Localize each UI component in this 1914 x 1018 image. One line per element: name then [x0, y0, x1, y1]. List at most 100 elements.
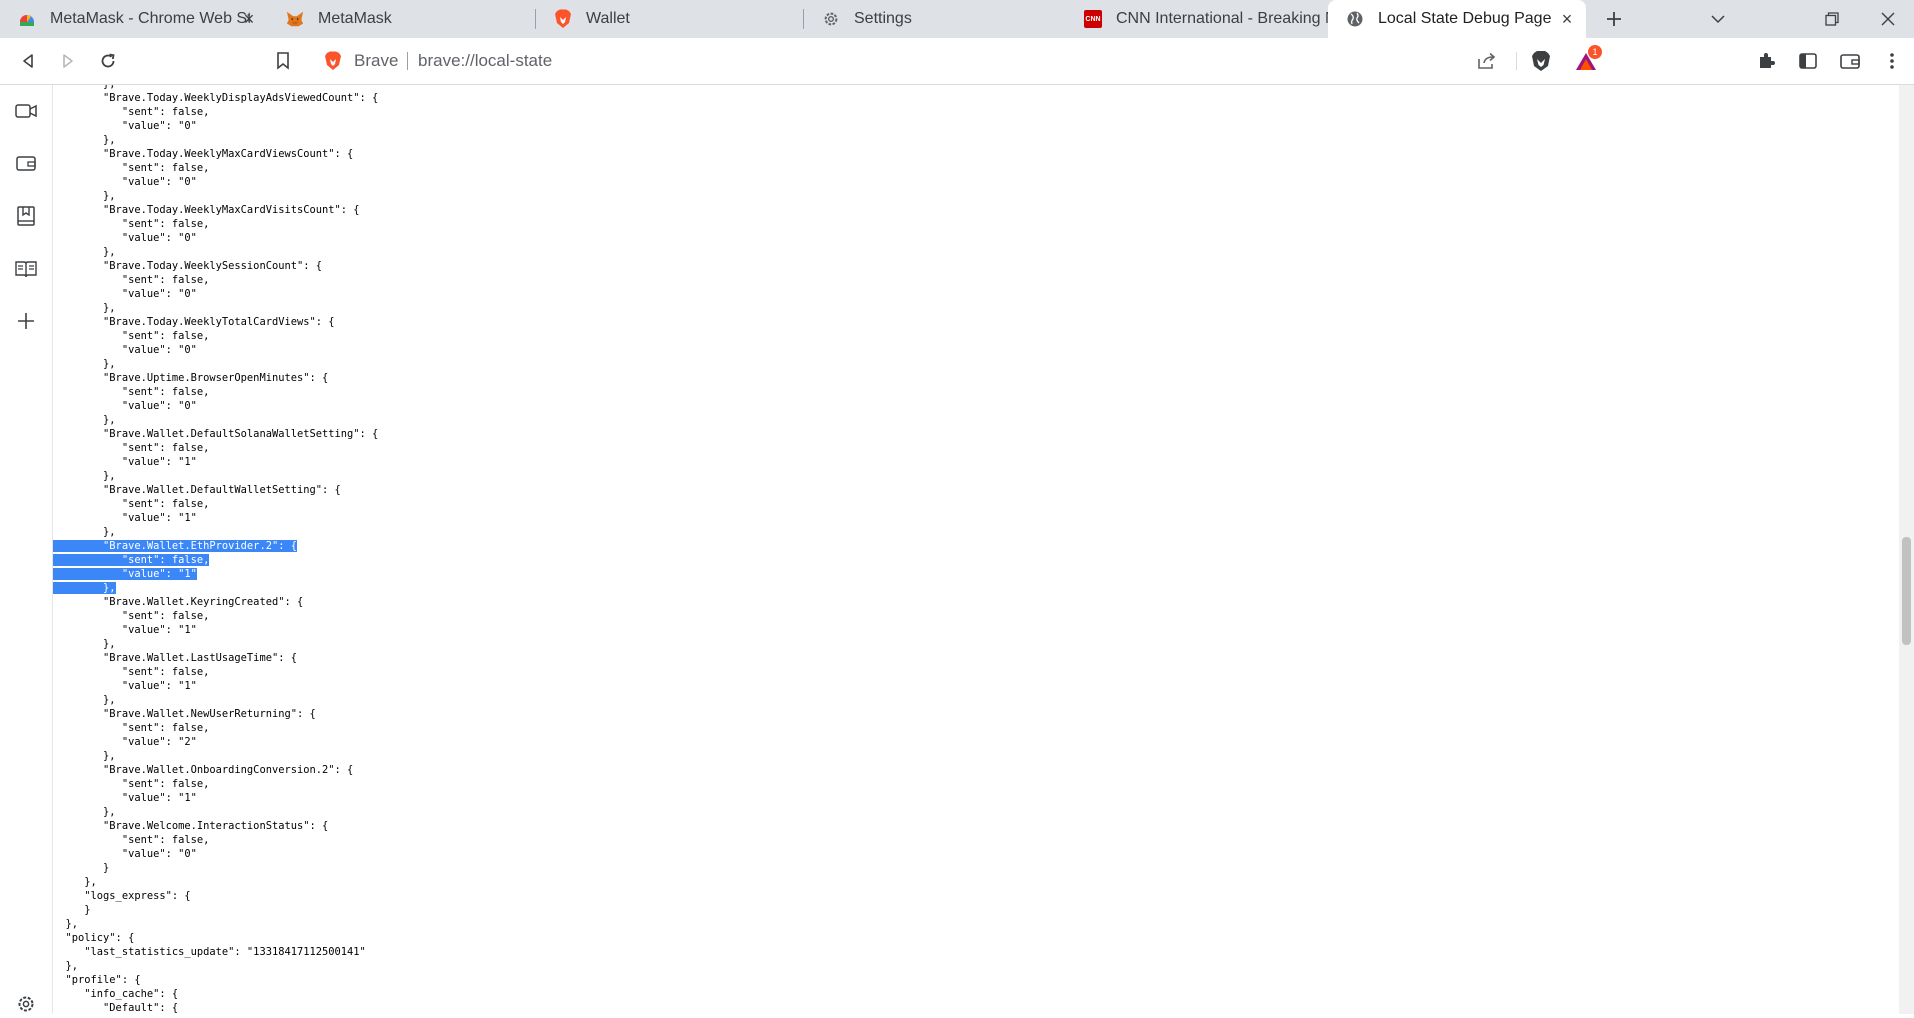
json-line: "value": "0"	[53, 344, 197, 356]
json-line: "sent": false,	[53, 722, 210, 734]
json-line: "sent": false,	[53, 834, 210, 846]
json-line: "value": "0"	[53, 288, 197, 300]
json-line: },	[53, 246, 116, 258]
bookmarks-icon[interactable]	[12, 202, 40, 230]
close-tab-icon[interactable]: ×	[240, 10, 258, 28]
tab-wallet[interactable]: Wallet	[536, 0, 804, 38]
json-line: "sent": false,	[53, 610, 210, 622]
json-line: "value": "1"	[53, 792, 197, 804]
tab-cnn[interactable]: CNN CNN International - Breaking Ne	[1066, 0, 1328, 38]
wallet-icon[interactable]	[1834, 45, 1866, 77]
omnibox-brand-label: Brave	[354, 51, 399, 70]
json-line: "Brave.Wallet.OnboardingConversion.2": {	[53, 764, 354, 776]
tab-search-chevron-down-icon[interactable]	[1698, 0, 1738, 38]
json-line: "sent": false,	[53, 498, 210, 510]
json-line: }	[53, 862, 110, 874]
brave-shields-icon[interactable]	[1530, 50, 1552, 72]
json-line: "Brave.Wallet.DefaultSolanaWalletSetting…	[53, 428, 379, 440]
tab-title: MetaMask	[318, 10, 392, 27]
json-line: "Brave.Today.WeeklyTotalCardViews": {	[53, 316, 335, 328]
json-line: "sent": false,	[53, 162, 210, 174]
json-line: "Brave.Today.WeeklyMaxCardViewsCount": {	[53, 148, 354, 160]
tab-title: Settings	[854, 10, 912, 27]
vertical-scrollbar[interactable]	[1899, 85, 1914, 1014]
scrollbar-thumb[interactable]	[1902, 537, 1911, 645]
close-window-button[interactable]	[1868, 0, 1908, 38]
sidebar	[0, 85, 53, 1014]
json-line: },	[53, 134, 116, 146]
address-bar[interactable]: Brave brave://local-state 1	[312, 43, 1610, 79]
close-tab-icon[interactable]: ×	[1558, 10, 1576, 28]
share-icon[interactable]	[1476, 51, 1498, 71]
json-line: "sent": false,	[53, 666, 210, 678]
json-line: },	[53, 806, 116, 818]
add-sidebar-item-icon[interactable]	[12, 307, 40, 335]
json-line: "Brave.Wallet.EthProvider.2": {	[53, 540, 297, 552]
json-line: "value": "1"	[53, 512, 197, 524]
json-line: },	[53, 960, 79, 972]
json-line: "value": "0"	[53, 176, 197, 188]
cnn-logo-icon: CNN	[1084, 10, 1102, 28]
json-line: },	[53, 414, 116, 426]
json-line: "Brave.Wallet.NewUserReturning": {	[53, 708, 316, 720]
toolbar: Brave brave://local-state 1	[0, 38, 1914, 85]
json-line: "sent": false,	[53, 330, 210, 342]
tab-title: MetaMask - Chrome Web Sto	[50, 10, 250, 27]
json-line: "info_cache": {	[53, 988, 179, 1000]
sidebar-toggle-icon[interactable]	[1792, 45, 1824, 77]
extensions-puzzle-icon[interactable]	[1750, 45, 1782, 77]
tab-metamask[interactable]: MetaMask	[268, 0, 536, 38]
json-line: },	[53, 918, 79, 930]
json-line: },	[53, 582, 116, 594]
json-line: "Brave.Today.WeeklyDisplayAdsViewedCount…	[53, 92, 379, 104]
brave-talk-video-icon[interactable]	[12, 97, 40, 125]
json-line: "sent": false,	[53, 442, 210, 454]
json-line: "value": "0"	[53, 232, 197, 244]
json-line: "sent": false,	[53, 554, 210, 566]
tab-local-state[interactable]: Local State Debug Page ×	[1328, 0, 1586, 38]
restore-window-button[interactable]	[1812, 0, 1852, 38]
reload-button[interactable]	[92, 45, 124, 77]
json-line: "value": "1"	[53, 624, 197, 636]
json-line: "last_statistics_update": "1331841711250…	[53, 946, 366, 958]
sidebar-wallet-icon[interactable]	[12, 149, 40, 177]
main-menu-icon[interactable]	[1876, 45, 1908, 77]
json-line: "Brave.Wallet.LastUsageTime": {	[53, 652, 297, 664]
json-line: "value": "1"	[53, 456, 197, 468]
rewards-badge: 1	[1588, 45, 1602, 59]
json-line: },	[53, 190, 116, 202]
json-line: },	[53, 85, 116, 90]
json-line: "value": "1"	[53, 568, 197, 580]
json-line: "Brave.Uptime.BrowserOpenMinutes": {	[53, 372, 329, 384]
new-tab-button[interactable]	[1594, 0, 1634, 38]
brave-rewards-icon[interactable]: 1	[1574, 45, 1602, 73]
site-info-brave-icon[interactable]	[324, 51, 342, 71]
json-line: "value": "0"	[53, 400, 197, 412]
json-line: },	[53, 302, 116, 314]
json-line: "sent": false,	[53, 386, 210, 398]
json-line: "Default": {	[53, 1002, 179, 1014]
tab-metamask-webstore[interactable]: MetaMask - Chrome Web Sto ×	[0, 0, 268, 38]
json-line: "profile": {	[53, 974, 141, 986]
json-line: "Brave.Wallet.DefaultWalletSetting": {	[53, 484, 341, 496]
gear-icon	[822, 10, 840, 28]
tab-title: Wallet	[586, 10, 630, 27]
json-line: "logs_express": {	[53, 890, 191, 902]
metamask-fox-icon	[286, 10, 304, 28]
back-button[interactable]	[12, 45, 44, 77]
forward-button[interactable]	[52, 45, 84, 77]
json-line: },	[53, 694, 116, 706]
json-line: },	[53, 358, 116, 370]
bookmark-button[interactable]	[267, 45, 299, 77]
reading-list-icon[interactable]	[12, 255, 40, 283]
json-line: "value": "2"	[53, 736, 197, 748]
json-line: "Brave.Today.WeeklySessionCount": {	[53, 260, 322, 272]
tab-settings[interactable]: Settings	[804, 0, 1066, 38]
json-line: "Brave.Today.WeeklyMaxCardVisitsCount": …	[53, 204, 360, 216]
url-text[interactable]: brave://local-state	[418, 43, 552, 79]
json-line: },	[53, 470, 116, 482]
json-line: },	[53, 750, 116, 762]
json-line: "value": "1"	[53, 680, 197, 692]
json-line: "sent": false,	[53, 106, 210, 118]
tab-title: Local State Debug Page	[1378, 10, 1552, 27]
